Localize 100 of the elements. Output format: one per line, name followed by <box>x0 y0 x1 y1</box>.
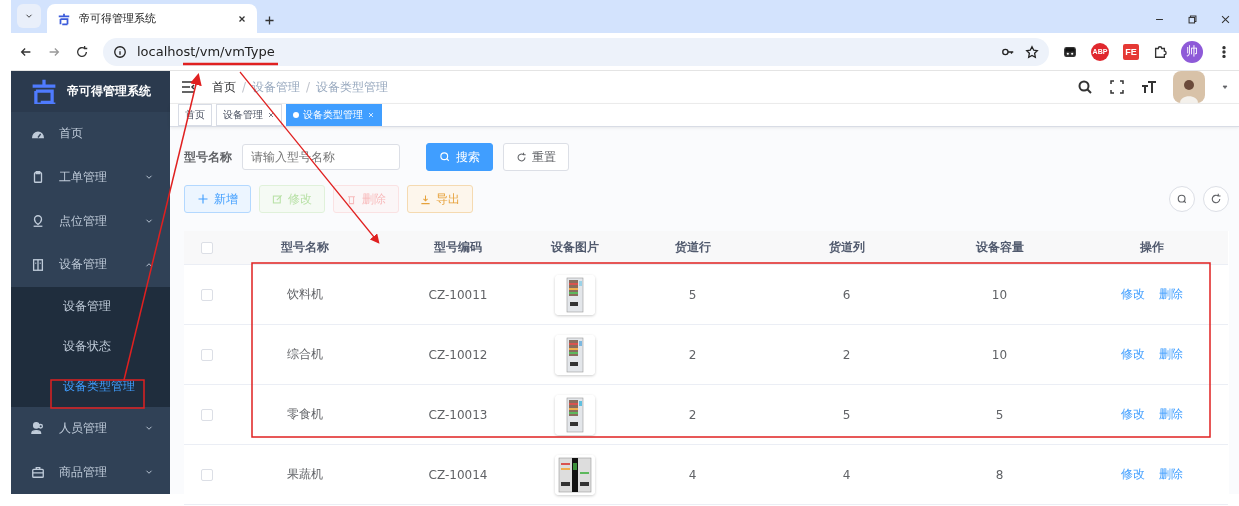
column-header: 设备容量 <box>923 231 1076 265</box>
table-cell: 5 <box>615 265 770 325</box>
table-cell: 8 <box>923 445 1076 505</box>
profile-button[interactable]: 帅 <box>1181 40 1203 63</box>
info-icon <box>113 44 127 59</box>
refresh-icon <box>1210 193 1222 205</box>
action-link[interactable]: 删除 <box>1159 286 1183 303</box>
table-cell: 10 <box>923 265 1076 325</box>
column-header: 货道列 <box>770 231 923 265</box>
sidebar-item[interactable]: 点位管理 <box>11 199 170 243</box>
new-tab-button[interactable] <box>263 14 276 27</box>
model-name-input[interactable]: 请输入型号名称 <box>242 144 400 170</box>
action-link[interactable]: 修改 <box>1121 406 1145 423</box>
breadcrumb-item[interactable]: 设备管理 <box>252 78 301 96</box>
app-logo-icon <box>57 11 71 26</box>
star-icon <box>1025 44 1039 59</box>
close-tab-icon <box>367 110 375 119</box>
action-link[interactable]: 删除 <box>1159 346 1183 363</box>
menu-toggle-button[interactable] <box>180 79 196 95</box>
close-window-button[interactable] <box>1220 14 1231 25</box>
users-icon <box>31 421 45 436</box>
sidebar-item[interactable]: 首页 <box>11 111 170 156</box>
column-header: 操作 <box>1076 231 1228 265</box>
breadcrumb-item: 设备类型管理 <box>316 78 389 96</box>
app-title: 帝可得管理系统 <box>67 82 151 100</box>
reload-button[interactable] <box>75 44 89 59</box>
action-link[interactable]: 修改 <box>1121 346 1145 363</box>
table-cell: 综合机 <box>229 325 381 385</box>
clipboard-icon <box>31 170 45 185</box>
edit-icon <box>272 193 283 205</box>
toggle-search-button[interactable] <box>1169 186 1195 212</box>
row-checkbox[interactable] <box>200 288 213 301</box>
sidebar-item[interactable]: 工单管理 <box>11 155 170 200</box>
reset-button[interactable]: 重置 <box>503 143 569 171</box>
action-link[interactable]: 修改 <box>1121 286 1145 303</box>
action-link[interactable]: 删除 <box>1159 466 1183 483</box>
select-all-checkbox[interactable] <box>200 241 213 254</box>
font-size-button[interactable] <box>1141 79 1157 95</box>
table-cell: 2 <box>615 325 770 385</box>
glasses-icon <box>1063 44 1077 59</box>
close-icon <box>1220 14 1231 25</box>
page-tab[interactable]: 设备管理 <box>216 104 282 126</box>
extensions-button[interactable] <box>1153 44 1167 59</box>
search-icon <box>439 151 451 163</box>
row-checkbox[interactable] <box>200 468 213 481</box>
table-cell: 4 <box>615 445 770 505</box>
reload-icon <box>75 44 89 59</box>
extension-badge[interactable]: FE <box>1123 43 1139 60</box>
refresh-button[interactable] <box>1203 186 1229 212</box>
field-label: 型号名称 <box>184 148 232 166</box>
breadcrumb-item[interactable]: 首页 <box>212 78 236 96</box>
table-cell: 饮料机 <box>229 265 381 325</box>
column-header: 型号编码 <box>381 231 535 265</box>
restore-icon <box>1187 14 1198 25</box>
trash-icon <box>346 193 357 205</box>
column-header: 货道行 <box>615 231 770 265</box>
sidebar-item[interactable]: 商品管理 <box>11 450 170 494</box>
row-checkbox[interactable] <box>200 408 213 421</box>
table-cell: 4 <box>770 445 923 505</box>
breadcrumb-separator: / <box>306 80 311 94</box>
browser-tab[interactable]: 帝可得管理系统 <box>47 4 257 33</box>
search-button[interactable]: 搜索 <box>426 143 493 171</box>
toolbar-button[interactable]: 新增 <box>184 185 251 213</box>
search-button[interactable] <box>1077 79 1093 95</box>
text-size-icon <box>1141 79 1157 95</box>
column-header: 设备图片 <box>535 231 615 265</box>
address-bar[interactable]: localhost/vm/vmType <box>103 37 1049 66</box>
fullscreen-icon <box>1109 79 1125 95</box>
sidebar-subitem[interactable]: 设备状态 <box>11 326 170 367</box>
url-text: localhost/vm/vmType <box>137 44 275 59</box>
close-tab-icon[interactable] <box>237 13 247 24</box>
shopping-bag-icon <box>31 465 45 480</box>
table-cell: 2 <box>615 385 770 445</box>
sidebar-subitem[interactable]: 设备管理 <box>11 286 170 327</box>
avatar[interactable] <box>1173 71 1205 103</box>
table-cell: CZ-10011 <box>381 265 535 325</box>
search-icon <box>1077 79 1093 95</box>
breadcrumb-separator: / <box>242 80 247 94</box>
extension-icon[interactable] <box>1063 44 1077 59</box>
fullscreen-button[interactable] <box>1109 79 1125 95</box>
row-checkbox[interactable] <box>200 348 213 361</box>
table-cell: CZ-10012 <box>381 325 535 385</box>
plus-icon <box>263 14 276 27</box>
table-cell: 2 <box>770 325 923 385</box>
search-icon <box>1176 193 1188 205</box>
table-cell: 10 <box>923 325 1076 385</box>
plus-icon <box>197 193 209 205</box>
action-link[interactable]: 删除 <box>1159 406 1183 423</box>
sidebar-item[interactable]: 设备管理 <box>11 242 170 287</box>
location-pin-icon <box>31 214 45 229</box>
table-cell: 5 <box>770 385 923 445</box>
table-cell: 6 <box>770 265 923 325</box>
table-cell: CZ-10014 <box>381 445 535 505</box>
sidebar-subitem[interactable]: 设备类型管理 <box>11 366 170 407</box>
action-link[interactable]: 修改 <box>1121 466 1145 483</box>
caret-down-icon <box>1221 83 1229 91</box>
close-icon <box>237 13 247 24</box>
sidebar-item[interactable]: 人员管理 <box>11 406 170 451</box>
restore-button[interactable] <box>1187 14 1198 25</box>
page-tab[interactable]: 设备类型管理 <box>286 104 382 126</box>
